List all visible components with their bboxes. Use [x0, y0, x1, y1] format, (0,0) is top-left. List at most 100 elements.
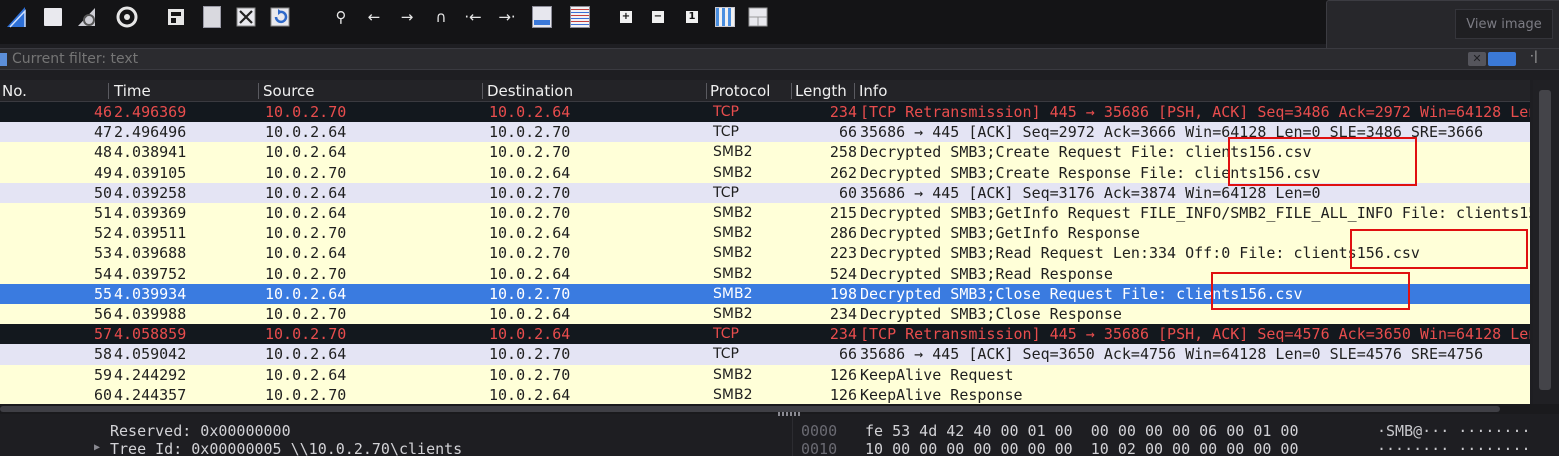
column-divider[interactable] — [791, 83, 792, 99]
cell-time: 4.059042 — [114, 345, 187, 364]
column-divider[interactable] — [706, 83, 707, 99]
stop-capture-icon[interactable] — [40, 4, 66, 30]
hex-bytes[interactable]: 10 00 00 00 00 00 00 00 10 02 00 00 00 0… — [865, 440, 1298, 456]
cell-info: Decrypted SMB3;Close Response — [860, 305, 1122, 323]
column-header-no[interactable]: No. — [2, 82, 27, 100]
column-header-length[interactable]: Length — [795, 82, 847, 100]
column-header-source[interactable]: Source — [263, 82, 315, 100]
hex-ascii[interactable]: ·SMB@··· ········ — [1377, 422, 1531, 440]
packet-bytes-pane: 0000 fe 53 4d 42 40 00 01 00 00 00 00 00… — [792, 416, 1559, 456]
column-divider[interactable] — [482, 83, 483, 99]
find-packet-icon[interactable]: ⚲ — [328, 4, 354, 30]
cell-protocol: TCP — [713, 184, 739, 201]
table-row[interactable]: 60 4.244357 10.0.2.70 10.0.2.64 SMB2 KeepAliv… — [0, 384, 1530, 405]
cell-no: 59 — [93, 365, 112, 384]
cell-protocol: SMB2 — [713, 306, 753, 322]
cell-destination: 10.0.2.64 — [489, 163, 571, 182]
detail-line[interactable]: Reserved: 0x00000000 — [110, 422, 291, 440]
cell-time: 4.244357 — [114, 385, 187, 404]
cell-protocol: TCP — [713, 326, 739, 343]
shark-fin-icon[interactable] — [4, 4, 30, 30]
column-header-info[interactable]: Info — [859, 82, 887, 100]
cell-destination: 10.0.2.70 — [489, 345, 571, 364]
cell-time: 4.039688 — [114, 244, 187, 263]
cell-destination: 10.0.2.70 — [489, 244, 571, 263]
cell-protocol: SMB2 — [713, 144, 753, 161]
cell-time: 4.039988 — [114, 305, 187, 323]
layout-icon[interactable] — [745, 4, 771, 30]
packet-list-scrollbar[interactable] — [1533, 80, 1559, 404]
go-last-packet-icon[interactable]: →· — [494, 4, 520, 30]
cell-length: 258 — [829, 143, 857, 162]
expand-arrow-icon[interactable]: ▶ — [94, 442, 100, 453]
go-forward-icon[interactable]: → — [394, 4, 420, 30]
column-divider[interactable] — [854, 83, 855, 99]
table-row[interactable]: 57 4.058859 10.0.2.70 10.0.2.64 TCP [TCP Retr… — [0, 324, 1530, 345]
table-row[interactable]: 53 4.039688 10.0.2.64 10.0.2.70 SMB2 Decrypte… — [0, 243, 1530, 264]
cell-info: KeepAlive Request — [860, 365, 1014, 384]
table-row[interactable]: 52 4.039511 10.0.2.70 10.0.2.64 SMB2 Decrypte… — [0, 223, 1530, 244]
cell-length: 126 — [829, 385, 857, 404]
cell-length: 66 — [838, 345, 857, 364]
cell-no: 54 — [93, 264, 112, 283]
view-image-button[interactable]: View image — [1455, 9, 1553, 39]
capture-options-icon[interactable] — [114, 4, 140, 30]
cell-length: 60 — [838, 183, 857, 202]
image-overlay-panel: View image — [1326, 0, 1559, 53]
cell-protocol: TCP — [713, 346, 739, 363]
go-to-packet-icon[interactable]: ∩ — [428, 4, 454, 30]
clear-filter-icon[interactable]: ✕ — [1468, 52, 1486, 66]
cell-destination: 10.0.2.70 — [489, 284, 571, 303]
detail-line[interactable]: Tree Id: 0x00000005 \\10.0.2.70\clients — [110, 440, 462, 456]
cell-no: 55 — [93, 284, 112, 303]
cell-time: 4.039258 — [114, 183, 187, 202]
display-filter-input[interactable] — [12, 49, 1512, 69]
autoscroll-icon[interactable] — [529, 4, 555, 30]
cell-length: 286 — [829, 224, 857, 243]
column-header-protocol[interactable]: Protocol — [710, 82, 770, 100]
reload-file-icon[interactable] — [267, 4, 293, 30]
column-header-destination[interactable]: Destination — [487, 82, 573, 100]
cell-time: 4.039369 — [114, 204, 187, 222]
apply-filter-button[interactable] — [1488, 52, 1516, 66]
hex-ascii[interactable]: ········ ········ — [1377, 440, 1531, 456]
table-row[interactable]: 59 4.244292 10.0.2.64 10.0.2.70 SMB2 KeepAliv… — [0, 364, 1530, 385]
cell-protocol: SMB2 — [713, 205, 753, 221]
zoom-out-icon[interactable]: − — [645, 4, 671, 30]
resize-columns-icon[interactable] — [712, 4, 738, 30]
cell-time: 4.039752 — [114, 264, 187, 283]
restart-capture-icon[interactable] — [74, 4, 100, 30]
cell-time: 2.496369 — [114, 103, 187, 121]
cell-source: 10.0.2.64 — [265, 123, 347, 142]
cell-length: 198 — [829, 284, 857, 303]
go-back-icon[interactable]: ← — [361, 4, 387, 30]
close-file-icon[interactable] — [233, 4, 259, 30]
cell-info: 35686 → 445 [ACK] Seq=3650 Ack=4756 Win=… — [860, 345, 1484, 364]
table-row[interactable]: 46 2.496369 10.0.2.70 10.0.2.64 TCP [TCP Retr… — [0, 102, 1530, 123]
column-divider[interactable] — [258, 83, 259, 99]
table-row[interactable]: 51 4.039369 10.0.2.64 10.0.2.70 SMB2 Decrypte… — [0, 203, 1530, 224]
save-file-icon[interactable] — [199, 4, 225, 30]
cell-destination: 10.0.2.64 — [489, 385, 571, 404]
bookmark-icon[interactable] — [0, 53, 7, 66]
annotation-box — [1211, 272, 1410, 310]
column-divider[interactable] — [108, 83, 109, 99]
filter-dropdown-icon[interactable]: ·| — [1530, 49, 1538, 63]
cell-time: 2.496496 — [114, 123, 187, 142]
normal-size-icon[interactable]: 1 — [679, 4, 705, 30]
cell-destination: 10.0.2.70 — [489, 123, 571, 142]
hex-bytes[interactable]: fe 53 4d 42 40 00 01 00 00 00 00 00 06 0… — [865, 422, 1298, 440]
zoom-in-icon[interactable]: + — [613, 4, 639, 30]
cell-length: 234 — [829, 305, 857, 323]
annotation-box — [1350, 229, 1528, 269]
table-row[interactable]: 58 4.059042 10.0.2.64 10.0.2.70 TCP 35686 → 4… — [0, 344, 1530, 365]
packet-list-header: No. Time Source Destination Protocol Len… — [0, 80, 1530, 102]
go-first-packet-icon[interactable]: ·← — [460, 4, 486, 30]
cell-no: 60 — [93, 385, 112, 404]
cell-source: 10.0.2.64 — [265, 204, 347, 222]
column-header-time[interactable]: Time — [114, 82, 151, 100]
cell-length: 234 — [829, 103, 857, 121]
cell-no: 53 — [93, 244, 112, 263]
open-file-icon[interactable] — [163, 4, 189, 30]
colorize-icon[interactable] — [567, 4, 593, 30]
